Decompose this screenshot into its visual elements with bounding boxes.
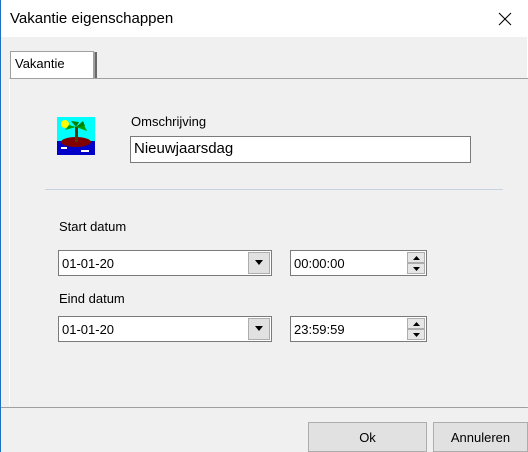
- cancel-button[interactable]: Annuleren: [433, 422, 528, 452]
- end-date-label: Eind datum: [59, 291, 125, 306]
- start-date-dropdown-button[interactable]: [248, 252, 270, 274]
- tab-edge: [94, 52, 97, 78]
- tab-vakantie[interactable]: Vakantie: [10, 51, 94, 78]
- end-time-spinner[interactable]: 23:59:59: [290, 316, 427, 342]
- dialog-window: Vakantie eigenschappen Vakantie Omschrij…: [0, 0, 528, 452]
- end-time-up-button[interactable]: [407, 318, 425, 329]
- start-date-value: 01-01-20: [62, 256, 115, 271]
- title-bar[interactable]: Vakantie eigenschappen: [1, 0, 528, 37]
- arrow-down-icon: [412, 266, 420, 271]
- end-date-select[interactable]: 01-01-20: [58, 316, 272, 342]
- separator: [45, 189, 503, 190]
- start-time-spinner[interactable]: 00:00:00: [290, 250, 427, 276]
- tab-label: Vakantie: [15, 56, 65, 71]
- arrow-down-icon: [412, 332, 420, 337]
- button-bar: Ok Annuleren: [1, 407, 528, 452]
- start-date-label: Start datum: [59, 219, 127, 234]
- close-icon: [498, 12, 512, 25]
- end-date-dropdown-button[interactable]: [248, 318, 270, 340]
- arrow-up-icon: [412, 321, 420, 326]
- holiday-island-icon: [57, 117, 95, 155]
- start-time-value: 00:00:00: [294, 256, 345, 271]
- chevron-down-icon: [255, 260, 263, 265]
- end-date-value: 01-01-20: [62, 322, 115, 337]
- start-time-up-button[interactable]: [407, 252, 425, 263]
- end-time-value: 23:59:59: [294, 322, 345, 337]
- arrow-up-icon: [412, 255, 420, 260]
- chevron-down-icon: [255, 326, 263, 331]
- ok-button[interactable]: Ok: [308, 422, 427, 452]
- end-time-down-button[interactable]: [407, 329, 425, 340]
- window-title: Vakantie eigenschappen: [10, 10, 174, 27]
- description-label: Omschrijving: [131, 114, 207, 129]
- description-input[interactable]: Nieuwjaarsdag: [130, 136, 471, 163]
- close-button[interactable]: [482, 0, 528, 37]
- start-date-select[interactable]: 01-01-20: [58, 250, 272, 276]
- start-time-down-button[interactable]: [407, 263, 425, 274]
